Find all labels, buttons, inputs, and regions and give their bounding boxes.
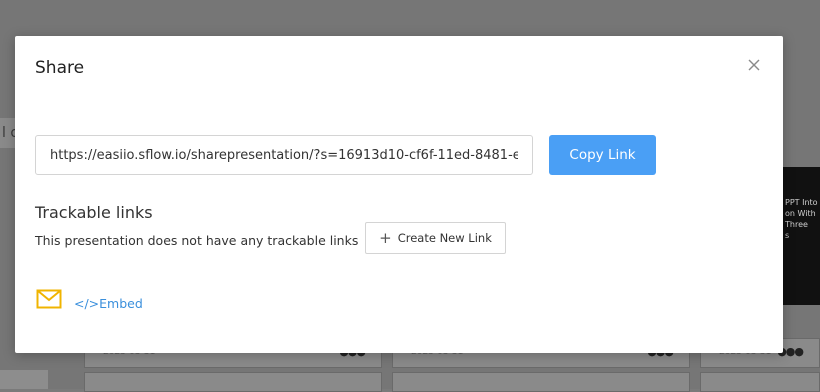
background-card (700, 372, 820, 392)
trackable-links-heading: Trackable links (35, 203, 153, 222)
trackable-links-empty-text: This presentation does not have any trac… (35, 233, 359, 248)
close-icon[interactable] (745, 56, 763, 74)
share-url-input[interactable] (35, 135, 533, 175)
dialog-title: Share (35, 58, 85, 78)
background-card-line: on With (785, 209, 816, 218)
share-dialog: Share Copy Link Trackable links This pre… (15, 36, 783, 353)
create-new-link-button[interactable]: + Create New Link (365, 222, 506, 254)
plus-icon: + (379, 228, 392, 247)
background-presentation-card: PPT Into on With Three s (782, 167, 820, 305)
background-card (84, 372, 382, 392)
background-card-line: Three (785, 220, 808, 229)
background-card-line: PPT Into (785, 198, 818, 207)
copy-link-button[interactable]: Copy Link (549, 135, 656, 175)
background-card (392, 372, 690, 392)
mail-icon[interactable] (36, 289, 62, 309)
embed-link[interactable]: </>Embed (74, 296, 143, 311)
background-card-line: s (785, 231, 790, 240)
create-new-link-label: Create New Link (397, 231, 492, 245)
background-thumbnail (0, 370, 48, 389)
